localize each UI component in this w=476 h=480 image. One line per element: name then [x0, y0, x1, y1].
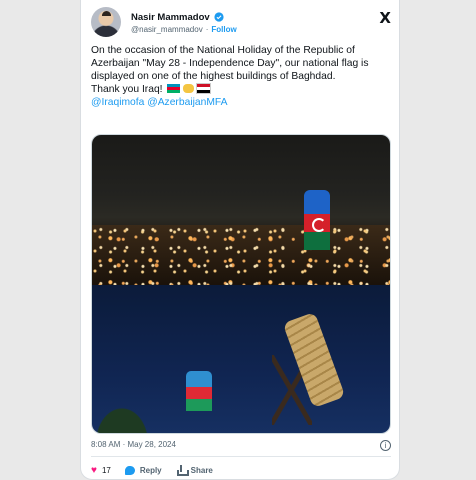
city-lights — [92, 225, 390, 285]
tweet-text: On the occasion of the National Holiday … — [91, 44, 393, 109]
azerbaijan-flag-icon — [167, 84, 181, 93]
share-icon — [176, 465, 189, 476]
like-count: 17 — [101, 465, 111, 475]
avatar[interactable] — [91, 7, 121, 37]
photo-city-night[interactable] — [92, 135, 390, 285]
reply-button[interactable]: Reply — [124, 465, 162, 475]
tweet-meta: 8:08 AM · May 28, 2024 i — [91, 440, 391, 452]
timestamp[interactable]: 8:08 AM · May 28, 2024 — [91, 440, 176, 449]
photo-tower-monument[interactable] — [92, 285, 390, 433]
action-bar: ♥ 17 Reply Share — [91, 463, 213, 477]
handshake-icon — [183, 84, 195, 93]
heart-icon: ♥ — [91, 464, 97, 476]
mentions[interactable]: @Iraqimofa @AzerbaijanMFA — [91, 96, 393, 109]
verified-badge-icon — [214, 12, 224, 22]
divider — [91, 456, 391, 457]
separator-dot: · — [205, 25, 209, 34]
tweet-header: Nasir Mammadov @nasir_mammadov · Follow … — [91, 7, 391, 39]
tweet-body: On the occasion of the National Holiday … — [91, 45, 369, 82]
share-button[interactable]: Share — [176, 465, 213, 476]
iraq-flag-icon — [196, 83, 212, 94]
reply-label: Reply — [139, 465, 162, 475]
author-handle[interactable]: @nasir_mammadov — [131, 25, 203, 34]
info-icon[interactable]: i — [380, 440, 391, 451]
tweet-media[interactable] — [91, 134, 391, 434]
illuminated-tower-distant — [186, 371, 212, 411]
reply-icon — [124, 465, 135, 475]
like-button[interactable]: ♥ 17 — [91, 465, 111, 476]
thanks-text: Thank you Iraq! — [91, 84, 163, 95]
author-name[interactable]: Nasir Mammadov — [131, 12, 210, 23]
tweet-card: Nasir Mammadov @nasir_mammadov · Follow … — [80, 0, 400, 480]
x-logo-icon[interactable]: X — [379, 9, 391, 27]
follow-button[interactable]: Follow — [211, 25, 236, 34]
illuminated-tower — [304, 190, 330, 250]
author-name-row: Nasir Mammadov — [131, 10, 224, 24]
tweet-thanks-line: Thank you Iraq! — [91, 83, 393, 96]
emoji-group — [167, 83, 212, 94]
handle-row: @nasir_mammadov · Follow — [131, 25, 237, 34]
share-label: Share — [190, 465, 213, 475]
tree-silhouette — [92, 403, 152, 433]
